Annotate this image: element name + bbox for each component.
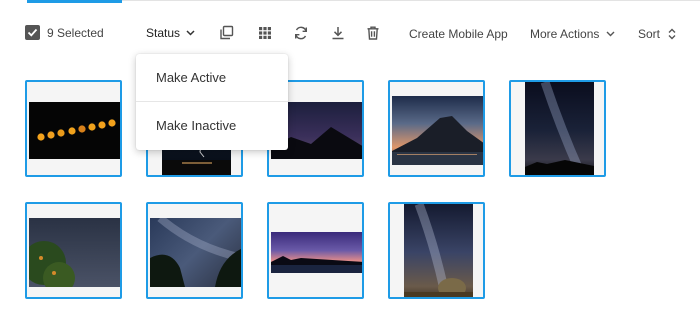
more-actions-label: More Actions	[530, 27, 600, 41]
sort-label: Sort	[638, 27, 661, 41]
sort-button[interactable]: Sort	[638, 27, 676, 41]
more-actions-button[interactable]: More Actions	[530, 27, 615, 41]
refresh-icon[interactable]	[293, 25, 309, 41]
photo-thumbnail[interactable]	[146, 202, 243, 299]
selected-count-label: 9 Selected	[47, 26, 104, 40]
sort-icon	[668, 28, 676, 40]
photo-image	[150, 214, 241, 287]
create-mobile-app-button[interactable]: Create Mobile App	[409, 27, 508, 41]
photo-image	[525, 82, 594, 175]
status-dropdown-menu: Make Active Make Inactive	[136, 54, 288, 150]
photo-image	[27, 218, 120, 294]
eclipse-sequence-image	[37, 119, 116, 141]
download-icon[interactable]	[330, 25, 346, 41]
photo-image	[404, 204, 473, 297]
chevron-down-icon	[606, 31, 615, 37]
photo-thumbnail[interactable]	[509, 80, 606, 177]
chevron-down-icon	[186, 30, 195, 36]
make-inactive-menu-item[interactable]: Make Inactive	[136, 102, 288, 149]
photo-image	[392, 96, 483, 165]
select-all-checkbox[interactable]	[25, 25, 40, 40]
grid-icon[interactable]	[257, 25, 273, 41]
bulk-actions-toolbar: 9 Selected Status Create Mobile App More…	[0, 22, 700, 46]
checkmark-icon	[27, 28, 38, 37]
photo-thumbnail[interactable]	[25, 202, 122, 299]
twilight-panorama-image	[271, 256, 362, 273]
photo-thumbnail[interactable]	[388, 202, 485, 299]
milky-way-trees-image	[150, 214, 241, 287]
stars-through-tree-image	[27, 241, 75, 294]
photo-thumbnail[interactable]	[267, 202, 364, 299]
make-active-label: Make Active	[156, 70, 227, 85]
mountain-dusk-image	[392, 116, 483, 165]
photo-thumbnail[interactable]	[388, 80, 485, 177]
photo-thumbnail[interactable]	[25, 80, 122, 177]
photo-image	[271, 232, 362, 273]
photo-image	[29, 102, 120, 159]
milky-way-image	[525, 82, 594, 175]
trash-icon[interactable]	[365, 25, 381, 41]
make-inactive-label: Make Inactive	[156, 118, 237, 133]
active-tab-indicator	[27, 0, 122, 3]
top-tab-rule	[27, 0, 700, 3]
hay-bale-milky-way-image	[404, 204, 473, 297]
status-label: Status	[146, 26, 181, 40]
status-dropdown-button[interactable]: Status	[146, 26, 195, 40]
make-active-menu-item[interactable]: Make Active	[136, 54, 288, 101]
duplicate-icon[interactable]	[219, 25, 235, 41]
